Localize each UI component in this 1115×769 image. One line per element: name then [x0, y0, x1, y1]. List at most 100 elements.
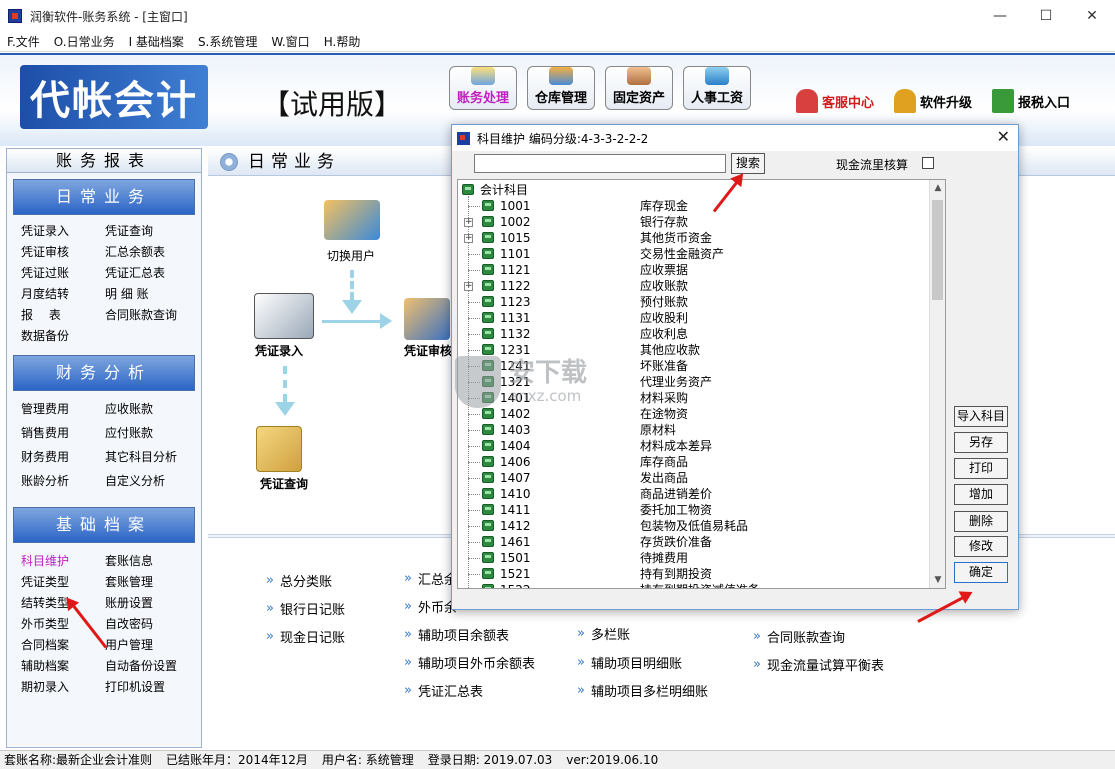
magnifier-icon[interactable] [256, 426, 302, 472]
report-cash-journal[interactable]: 现金日记账 [266, 627, 345, 646]
link-user-manage[interactable]: 用户管理 [105, 635, 201, 656]
menu-window[interactable]: W.窗口 [264, 33, 316, 50]
link-account-maintenance[interactable]: 科目维护 [21, 551, 105, 572]
link-backup[interactable]: 数据备份 [21, 326, 105, 347]
link-voucher-audit[interactable]: 凭证审核 [21, 242, 105, 263]
link-aging-analysis[interactable]: 账龄分析 [21, 469, 105, 493]
link-reports[interactable]: 报 表 [21, 305, 105, 326]
close-button[interactable]: ✕ [1069, 0, 1115, 32]
tree-root[interactable]: 会计科目 [462, 182, 528, 198]
report-voucher-summary[interactable]: 凭证汇总表 [404, 681, 483, 700]
tree-row[interactable]: 1403 原材料 [458, 422, 928, 438]
tree-row[interactable]: 1407 发出商品 [458, 470, 928, 486]
link-other-analysis[interactable]: 其它科目分析 [105, 445, 201, 469]
cashflow-checkbox[interactable] [922, 157, 934, 169]
link-voucher-summary[interactable]: 凭证汇总表 [105, 263, 201, 284]
report-aux-detail[interactable]: 辅助项目明细账 [577, 653, 682, 672]
module-hr-button[interactable]: 人事工资 [683, 66, 751, 110]
report-general-ledger[interactable]: 总分类账 [266, 571, 332, 590]
menu-system[interactable]: S.系统管理 [191, 33, 264, 50]
tree-row[interactable]: 1402 在途物资 [458, 406, 928, 422]
link-voucher-type[interactable]: 凭证类型 [21, 572, 105, 593]
link-auto-backup[interactable]: 自动备份设置 [105, 656, 201, 677]
voucher-entry-label[interactable]: 凭证录入 [255, 342, 303, 359]
link-set-info[interactable]: 套账信息 [105, 551, 201, 572]
link-finance-expense[interactable]: 财务费用 [21, 445, 105, 469]
tree-row[interactable]: 1123 预付账款 [458, 294, 928, 310]
tree-row[interactable]: 1410 商品进销差价 [458, 486, 928, 502]
report-aux-currency-balance[interactable]: 辅助项目外币余额表 [404, 653, 535, 672]
link-payables[interactable]: 应付账款 [105, 421, 201, 445]
tree-row[interactable]: 1406 库存商品 [458, 454, 928, 470]
link-admin-expense[interactable]: 管理费用 [21, 397, 105, 421]
link-summary-balance[interactable]: 汇总余额表 [105, 242, 201, 263]
link-voucher-post[interactable]: 凭证过账 [21, 263, 105, 284]
tree-row[interactable]: 1522 持有到期投资减值准备 [458, 582, 928, 588]
tree-row[interactable]: 1121 应收票据 [458, 262, 928, 278]
add-button[interactable]: 增加 [954, 484, 1008, 505]
module-accounting-button[interactable]: 账务处理 [449, 66, 517, 110]
report-aux-multi-detail[interactable]: 辅助项目多栏明细账 [577, 681, 708, 700]
import-accounts-button[interactable]: 导入科目 [954, 406, 1008, 427]
link-change-password[interactable]: 自改密码 [105, 614, 201, 635]
minimize-button[interactable]: — [977, 0, 1023, 32]
report-multi-column[interactable]: 多栏账 [577, 624, 630, 643]
search-input[interactable] [474, 154, 726, 173]
report-currency-balance[interactable]: 外币余 [404, 597, 457, 616]
save-as-button[interactable]: 另存 [954, 432, 1008, 453]
tree-row[interactable]: 1241 坏账准备 [458, 358, 928, 374]
tree-row[interactable]: 1001 库存现金 [458, 198, 928, 214]
tax-link[interactable]: 报税入口 [992, 89, 1070, 113]
expand-icon[interactable]: + [464, 282, 473, 291]
edit-button[interactable]: 修改 [954, 536, 1008, 557]
module-warehouse-button[interactable]: 仓库管理 [527, 66, 595, 110]
tree-scrollbar[interactable]: ▲ ▼ [929, 180, 945, 588]
link-contract-archive[interactable]: 合同档案 [21, 635, 105, 656]
service-center-link[interactable]: 客服中心 [796, 89, 874, 113]
link-opening-entry[interactable]: 期初录入 [21, 677, 105, 698]
tree-row[interactable]: 1321 代理业务资产 [458, 374, 928, 390]
link-sales-expense[interactable]: 销售费用 [21, 421, 105, 445]
link-detail-ledger[interactable]: 明 细 账 [105, 284, 201, 305]
link-receivables[interactable]: 应收账款 [105, 397, 201, 421]
report-aux-balance[interactable]: 辅助项目余额表 [404, 625, 509, 644]
module-assets-button[interactable]: 固定资产 [605, 66, 673, 110]
scroll-down-icon[interactable]: ▼ [930, 572, 945, 588]
confirm-button[interactable]: 确定 [954, 562, 1008, 583]
menu-file[interactable]: F.文件 [0, 33, 47, 50]
scroll-thumb[interactable] [932, 200, 943, 300]
switch-user-icon[interactable] [324, 200, 380, 240]
scroll-up-icon[interactable]: ▲ [930, 180, 945, 196]
voucher-audit-label[interactable]: 凭证审核 [404, 342, 452, 359]
link-printer-settings[interactable]: 打印机设置 [105, 677, 201, 698]
tree-row[interactable]: 1411 委托加工物资 [458, 502, 928, 518]
tree-row[interactable]: 1521 持有到期投资 [458, 566, 928, 582]
tree-row[interactable]: 1101 交易性金融资产 [458, 246, 928, 262]
tree-row[interactable]: 1132 应收利息 [458, 326, 928, 342]
menu-archives[interactable]: I 基础档案 [122, 33, 191, 50]
voucher-query-label[interactable]: 凭证查询 [260, 475, 308, 492]
tree-row[interactable]: 1231 其他应收款 [458, 342, 928, 358]
menu-daily[interactable]: O.日常业务 [47, 33, 122, 50]
report-cashflow-trial[interactable]: 现金流量试算平衡表 [753, 655, 884, 674]
tree-row[interactable]: 1461 存货跌价准备 [458, 534, 928, 550]
link-voucher-query[interactable]: 凭证查询 [105, 221, 201, 242]
tree-row[interactable]: 1401 材料采购 [458, 390, 928, 406]
link-aux-archive[interactable]: 辅助档案 [21, 656, 105, 677]
audit-icon[interactable] [404, 298, 450, 340]
report-summary-balance[interactable]: 汇总余 [404, 569, 457, 588]
tree-row[interactable]: 1131 应收股利 [458, 310, 928, 326]
link-contract-query[interactable]: 合同账款查询 [105, 305, 201, 326]
tree-row[interactable]: +1122 应收账款 [458, 278, 928, 294]
tree-row[interactable]: 1404 材料成本差异 [458, 438, 928, 454]
expand-icon[interactable]: + [464, 234, 473, 243]
menu-help[interactable]: H.帮助 [317, 33, 368, 50]
clipboard-icon[interactable] [254, 293, 314, 339]
account-tree[interactable]: 会计科目 ▲ ▼ 1001 库存现金 +1002 银行存款 +1015 其他货币资金 110… [457, 179, 946, 589]
expand-icon[interactable]: + [464, 218, 473, 227]
upgrade-link[interactable]: 软件升级 [894, 89, 972, 113]
link-book-settings[interactable]: 账册设置 [105, 593, 201, 614]
tree-row[interactable]: 1501 待摊费用 [458, 550, 928, 566]
delete-button[interactable]: 删除 [954, 511, 1008, 532]
tree-row[interactable]: 1412 包装物及低值易耗品 [458, 518, 928, 534]
